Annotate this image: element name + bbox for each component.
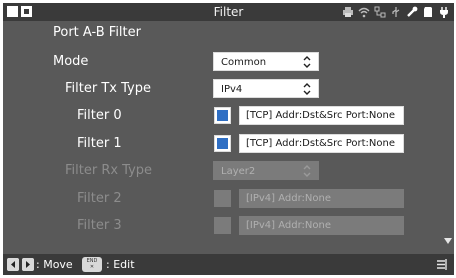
filter-3-checkbox <box>214 217 231 234</box>
filter-0-checkbox[interactable] <box>214 107 231 124</box>
filter-tx-type-dropdown[interactable]: IPv4 <box>213 79 319 98</box>
filter-0-label: Filter 0 <box>77 108 122 123</box>
filter-1-checkbox[interactable] <box>214 135 231 152</box>
right-arrow-key-icon <box>22 258 34 271</box>
checkbox-checked-mark <box>217 110 228 121</box>
usb-icon <box>392 7 400 17</box>
move-hint: : Move <box>36 258 73 271</box>
wifi-icon <box>358 7 370 18</box>
edit-hint: : Edit <box>106 258 135 271</box>
power-plug-icon <box>440 7 448 18</box>
mode-label: Mode <box>53 54 89 69</box>
filter-2-field: [IPv4] Addr:None <box>239 189 404 208</box>
left-arrow-key-icon <box>7 258 19 271</box>
title-bar: Filter <box>3 3 454 21</box>
menu-icon[interactable] <box>437 259 448 270</box>
printer-icon <box>343 7 353 17</box>
updown-chevron-icon <box>303 56 311 68</box>
mode-value: Common <box>221 57 267 68</box>
filter-1-label: Filter 1 <box>77 136 122 151</box>
filter-rx-type-value: Layer2 <box>221 166 256 177</box>
network-icon <box>374 6 386 18</box>
status-icons <box>342 5 450 19</box>
filter-2-label: Filter 2 <box>77 191 122 206</box>
filter-3-label: Filter 3 <box>77 218 122 233</box>
updown-chevron-icon <box>303 83 311 95</box>
section-title: Port A-B Filter <box>53 25 141 40</box>
scroll-down-arrow-icon[interactable] <box>444 238 452 244</box>
footer-bar: : Move END ✕ : Edit <box>3 254 454 275</box>
screen: Filter Port A-B Filter Mode Common Filte… <box>3 3 454 275</box>
end-key-icon: END ✕ <box>82 257 102 272</box>
end-key-symbol: ✕ <box>89 264 95 270</box>
sd-card-icon <box>424 7 432 17</box>
filter-tx-type-label: Filter Tx Type <box>65 81 151 96</box>
filter-2-checkbox <box>214 190 231 207</box>
checkbox-checked-mark <box>217 138 228 149</box>
filter-3-field: [IPv4] Addr:None <box>239 216 404 235</box>
tools-icon <box>407 6 418 17</box>
filter-tx-type-value: IPv4 <box>221 84 243 95</box>
updown-chevron-icon <box>303 165 311 177</box>
filter-rx-type-dropdown: Layer2 <box>213 161 319 180</box>
mode-dropdown[interactable]: Common <box>213 52 319 71</box>
filter-0-field[interactable]: [TCP] Addr:Dst&Src Port:None <box>239 106 404 125</box>
filter-1-field[interactable]: [TCP] Addr:Dst&Src Port:None <box>239 134 404 153</box>
filter-rx-type-label: Filter Rx Type <box>65 163 153 178</box>
device-frame: Filter Port A-B Filter Mode Common Filte… <box>0 0 456 278</box>
